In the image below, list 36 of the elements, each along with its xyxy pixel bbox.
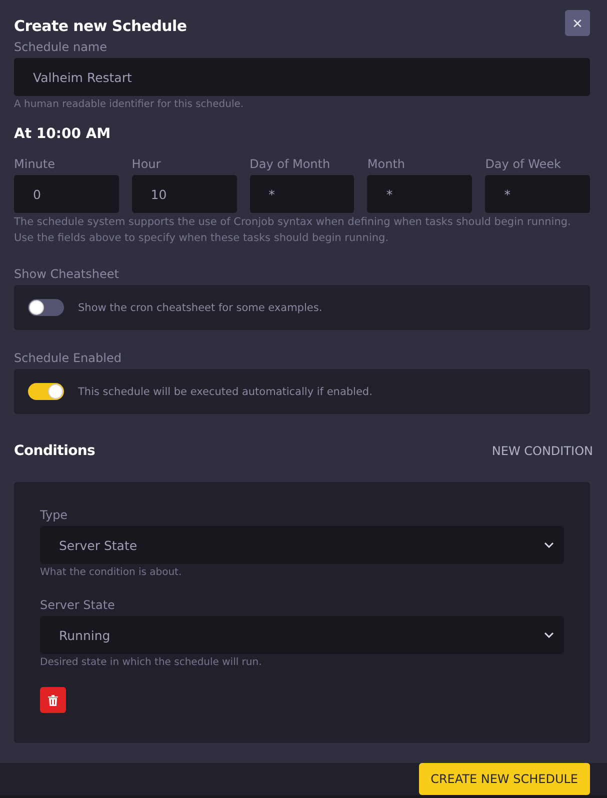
field-hint: Desired state in which the schedule will run. <box>40 656 263 670</box>
schedule-name-field[interactable]: Valheim Restart <box>14 58 590 96</box>
field-label: Day of Month <box>250 157 332 171</box>
cron-field[interactable]: * <box>250 175 354 213</box>
trash-icon <box>48 694 58 706</box>
toggle-label: Schedule Enabled <box>14 351 122 365</box>
toggle-label: Show Cheatsheet <box>14 267 120 281</box>
select-field[interactable]: Server State <box>40 526 564 564</box>
toggle-switch[interactable] <box>28 383 64 400</box>
delete-button[interactable] <box>40 687 66 713</box>
schedule-summary: At 10:00 AM <box>14 126 112 142</box>
field-label: Schedule name <box>14 40 108 54</box>
new-condition-button[interactable]: NEW CONDITION <box>492 440 593 462</box>
field-label: Day of Week <box>485 157 562 171</box>
field-label: Type <box>40 508 69 522</box>
dialog-title: Create new Schedule <box>14 17 187 35</box>
cron-field[interactable]: 0 <box>14 175 119 213</box>
close-button[interactable]: × <box>565 10 590 36</box>
create-schedule-button[interactable]: CREATE NEW SCHEDULE <box>418 763 590 795</box>
field-label: Server State <box>40 598 116 612</box>
section-title: Conditions <box>14 443 96 459</box>
cron-help-text: The schedule system supports the use of Cronjob syntax when defining when tasks should begin running. Use the fields above to specify when these tasks should begin running. <box>14 215 572 246</box>
cron-field[interactable]: 10 <box>132 175 237 213</box>
field-label: Hour <box>132 157 162 171</box>
field-hint: What the condition is about. <box>40 566 183 580</box>
toggle-description: Show the cron cheatsheet for some examples. <box>78 302 322 314</box>
cron-field[interactable]: * <box>367 175 472 213</box>
toggle-description: This schedule will be executed automatically if enabled. <box>78 386 372 398</box>
field-label: Minute <box>14 157 56 171</box>
cron-field[interactable]: * <box>485 175 590 213</box>
field-hint: A human readable identifier for this schedule. <box>14 98 245 112</box>
field-label: Month <box>367 157 406 171</box>
chevron-icon <box>544 632 554 638</box>
select-field[interactable]: Running <box>40 616 564 654</box>
chevron-icon <box>544 542 554 548</box>
toggle-switch[interactable] <box>28 299 64 316</box>
